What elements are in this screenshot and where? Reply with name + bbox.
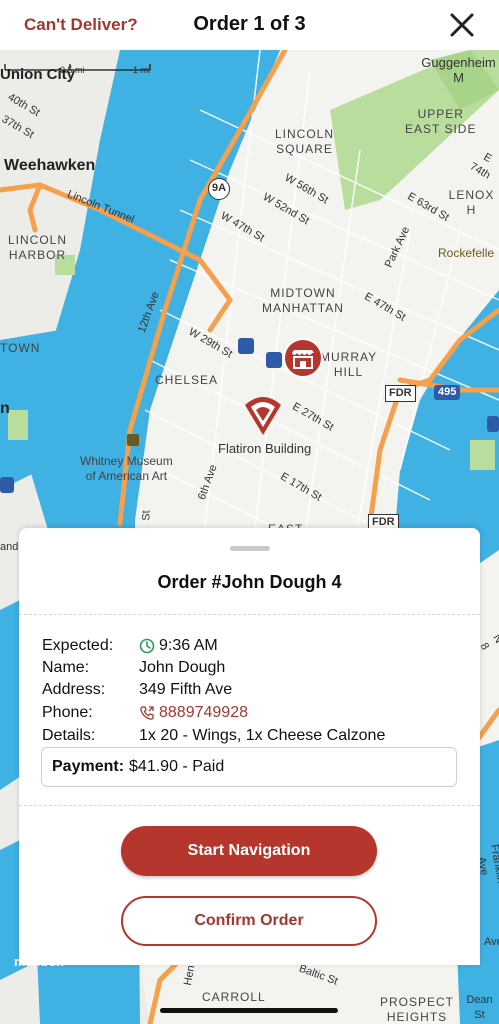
map-label-st-left: St: [140, 510, 153, 521]
fdr-shield: FDR: [385, 385, 416, 402]
phone-label: Phone:: [42, 704, 93, 721]
map-label-and: and: [0, 541, 19, 553]
map-label-lincoln-square: LINCOLN SQUARE: [275, 127, 335, 156]
map-label-guggenheim: Guggenheim M: [421, 55, 496, 85]
confirm-order-button[interactable]: Confirm Order: [121, 896, 377, 946]
subway-icon: [238, 338, 254, 354]
store-icon: [283, 338, 323, 378]
subway-icon: [0, 477, 14, 493]
delivery-marker[interactable]: [242, 393, 284, 437]
subway-icon: [266, 352, 282, 368]
customer-address: 349 Fifth Ave: [139, 681, 233, 698]
name-label: Name:: [42, 659, 90, 676]
map-label-dean: Dean St: [466, 994, 493, 1021]
map-label-chelsea: CHELSEA: [155, 373, 219, 387]
subway-icon: [487, 416, 499, 432]
clock-icon: [139, 638, 155, 654]
expected-value-wrap: 9:36 AM: [139, 636, 218, 656]
store-marker[interactable]: [283, 338, 323, 378]
map-label-whitney: Whitney Museum of American Art: [80, 454, 173, 483]
divider: [19, 805, 480, 806]
top-bar: Can't Deliver? Order 1 of 3: [0, 0, 499, 50]
map-label-weehawken: Weehawken: [4, 157, 96, 174]
payment-label: Payment:: [52, 758, 125, 775]
scale-label-one: 1 mi: [133, 65, 151, 75]
payment-value: $41.90 - Paid: [129, 758, 225, 775]
payment-summary: Payment: $41.90 - Paid: [41, 747, 457, 787]
start-navigation-button[interactable]: Start Navigation: [121, 826, 377, 876]
expected-time: 9:36 AM: [159, 637, 218, 654]
map-label-n: n: [0, 400, 10, 417]
map-label-midtown: MIDTOWN MANHATTAN: [262, 286, 344, 315]
expected-label: Expected:: [42, 637, 114, 654]
order-details-card: Order #John Dough 4 Expected: 9:36 AM Na…: [19, 528, 480, 965]
map-label-carroll: CARROLL: [202, 990, 266, 1004]
route-9a-shield: 9A: [208, 178, 230, 200]
map-label-rockefeller: Rockefelle: [438, 246, 495, 260]
customer-name: John Dough: [139, 659, 226, 676]
order-items: 1x 20 - Wings, 1x Cheese Calzone: [139, 727, 386, 744]
drag-handle[interactable]: [230, 546, 270, 551]
map-label-town: TOWN: [0, 341, 41, 355]
address-label: Address:: [42, 681, 106, 698]
phone-number: 8889749928: [159, 704, 248, 721]
map-label-lincoln-harbor: LINCOLN HARBOR: [8, 233, 68, 262]
order-title: Order #John Dough 4: [157, 572, 342, 592]
museum-icon: [127, 434, 139, 446]
map-label-flatiron: Flatiron Building: [218, 441, 312, 456]
divider: [19, 614, 480, 615]
close-button[interactable]: [447, 10, 477, 40]
pizza-slice-icon: [245, 397, 281, 435]
map-label-union-city: Union City: [0, 66, 75, 83]
map-label-murray-hill: MURRAY HILL: [320, 350, 378, 379]
details-label: Details:: [42, 727, 96, 744]
close-icon: [450, 13, 474, 37]
map-label-upper-east-side: UPPER EAST SIDE: [405, 107, 477, 136]
map-label-prospect-heights: PROSPECT HEIGHTS: [380, 995, 455, 1024]
map-label-lenox-hill: LENOX H: [448, 188, 495, 217]
map-label-ave: Ave: [484, 936, 499, 948]
phone-link[interactable]: 8889749928: [139, 703, 248, 723]
order-counter-title: Order 1 of 3: [193, 13, 306, 35]
route-495-shield: 495: [434, 385, 461, 400]
phone-call-icon: [140, 706, 154, 720]
home-indicator[interactable]: [160, 1008, 338, 1013]
